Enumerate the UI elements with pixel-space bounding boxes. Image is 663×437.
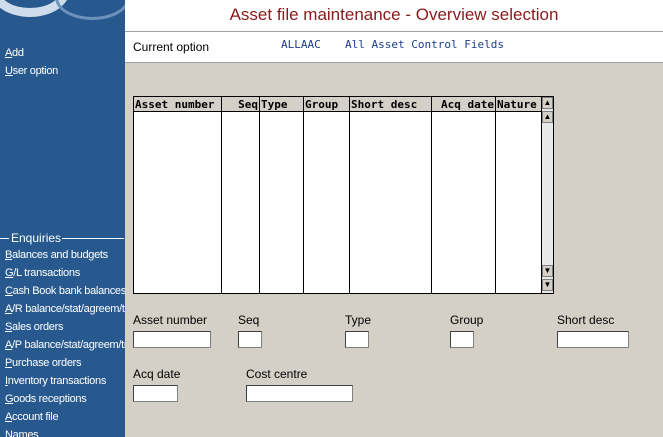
cost-centre-label: Cost centre <box>246 367 308 381</box>
sidebar-item-add[interactable]: Add <box>5 47 24 59</box>
type-label: Type <box>345 313 372 327</box>
grid-column-short-desc[interactable] <box>350 97 432 293</box>
grid-column-asset-number[interactable] <box>134 97 222 293</box>
current-option-code: ALLAAC <box>281 38 321 51</box>
type-field[interactable] <box>345 331 369 348</box>
acq-date-label: Acq date <box>133 367 181 381</box>
sidebar-item-names[interactable]: Names <box>5 429 39 437</box>
scroll-top-button[interactable]: ▲ <box>542 97 553 109</box>
grid-column-nature[interactable] <box>496 97 543 293</box>
short-desc-field[interactable] <box>557 331 629 348</box>
sidebar-item-ar-balance[interactable]: A/R balance/stat/agreem/trar <box>5 303 125 315</box>
grid-column-group[interactable] <box>304 97 350 293</box>
sidebar-item-cash-book[interactable]: Cash Book bank balances <box>5 285 125 297</box>
grid-header-type[interactable]: Type <box>260 97 303 112</box>
short-desc-label: Short desc <box>557 313 615 327</box>
sidebar-item-purchase-orders[interactable]: Purchase orders <box>5 357 82 369</box>
current-option-label: Current option <box>133 40 210 54</box>
group-label: Group <box>450 313 484 327</box>
grid-header-short-desc[interactable]: Short desc <box>350 97 431 112</box>
acq-date-field[interactable] <box>133 385 178 402</box>
page-title: Asset file maintenance - Overview select… <box>229 5 559 24</box>
company-logo <box>0 0 125 24</box>
scroll-down-arrow-icon[interactable]: ▼ <box>542 265 553 277</box>
scroll-bottom-button[interactable]: ▼ <box>542 279 553 291</box>
sidebar: Add User option Enquiries Balances and b… <box>0 0 125 437</box>
asset-number-field[interactable] <box>133 331 211 348</box>
cost-centre-field[interactable] <box>246 385 353 402</box>
grid-scrollbar[interactable]: ▲ ▲ ▼ ▼ <box>541 97 553 293</box>
grid-column-seq[interactable] <box>222 97 260 293</box>
sidebar-item-goods-receptions[interactable]: Goods receptions <box>5 393 87 405</box>
current-option-description: All Asset Control Fields <box>345 38 504 51</box>
grid-column-acq-date[interactable] <box>432 97 496 293</box>
scroll-up-arrow-icon[interactable]: ▲ <box>542 111 553 123</box>
grid-header-nature[interactable]: Nature <box>496 97 542 112</box>
seq-field[interactable] <box>238 331 262 348</box>
grid-header-group[interactable]: Group <box>304 97 349 112</box>
grid-header-acq-date[interactable]: Acq date <box>432 97 495 112</box>
sidebar-item-account-file[interactable]: Account file <box>5 411 59 423</box>
sidebar-item-gl-transactions[interactable]: G/L transactions <box>5 267 80 279</box>
sidebar-item-user-option[interactable]: User option <box>5 65 58 77</box>
enquiries-title-label: Enquiries <box>11 231 62 245</box>
main-panel: Asset file maintenance - Overview select… <box>125 0 663 437</box>
sidebar-item-sales-orders[interactable]: Sales orders <box>5 321 63 333</box>
seq-label: Seq <box>238 313 260 327</box>
grid-header-seq[interactable]: Seq <box>222 97 259 112</box>
asset-number-label: Asset number <box>133 313 208 327</box>
grid-column-type[interactable] <box>260 97 304 293</box>
enquiries-section-title: Enquiries <box>0 231 125 245</box>
option-divider <box>125 62 663 63</box>
group-field[interactable] <box>450 331 474 348</box>
sidebar-item-balances-budgets[interactable]: Balances and budgets <box>5 249 108 261</box>
overview-grid[interactable]: Asset number Seq Type Group Short desc A… <box>133 96 554 294</box>
sidebar-item-ap-balance[interactable]: A/P balance/stat/agreem/trar <box>5 339 125 351</box>
grid-header-asset-number[interactable]: Asset number <box>134 97 221 112</box>
sidebar-item-inventory-transactions[interactable]: Inventory transactions <box>5 375 106 387</box>
title-bar: Asset file maintenance - Overview select… <box>125 0 663 30</box>
current-option-bar: Current option ALLAAC All Asset Control … <box>125 32 663 62</box>
